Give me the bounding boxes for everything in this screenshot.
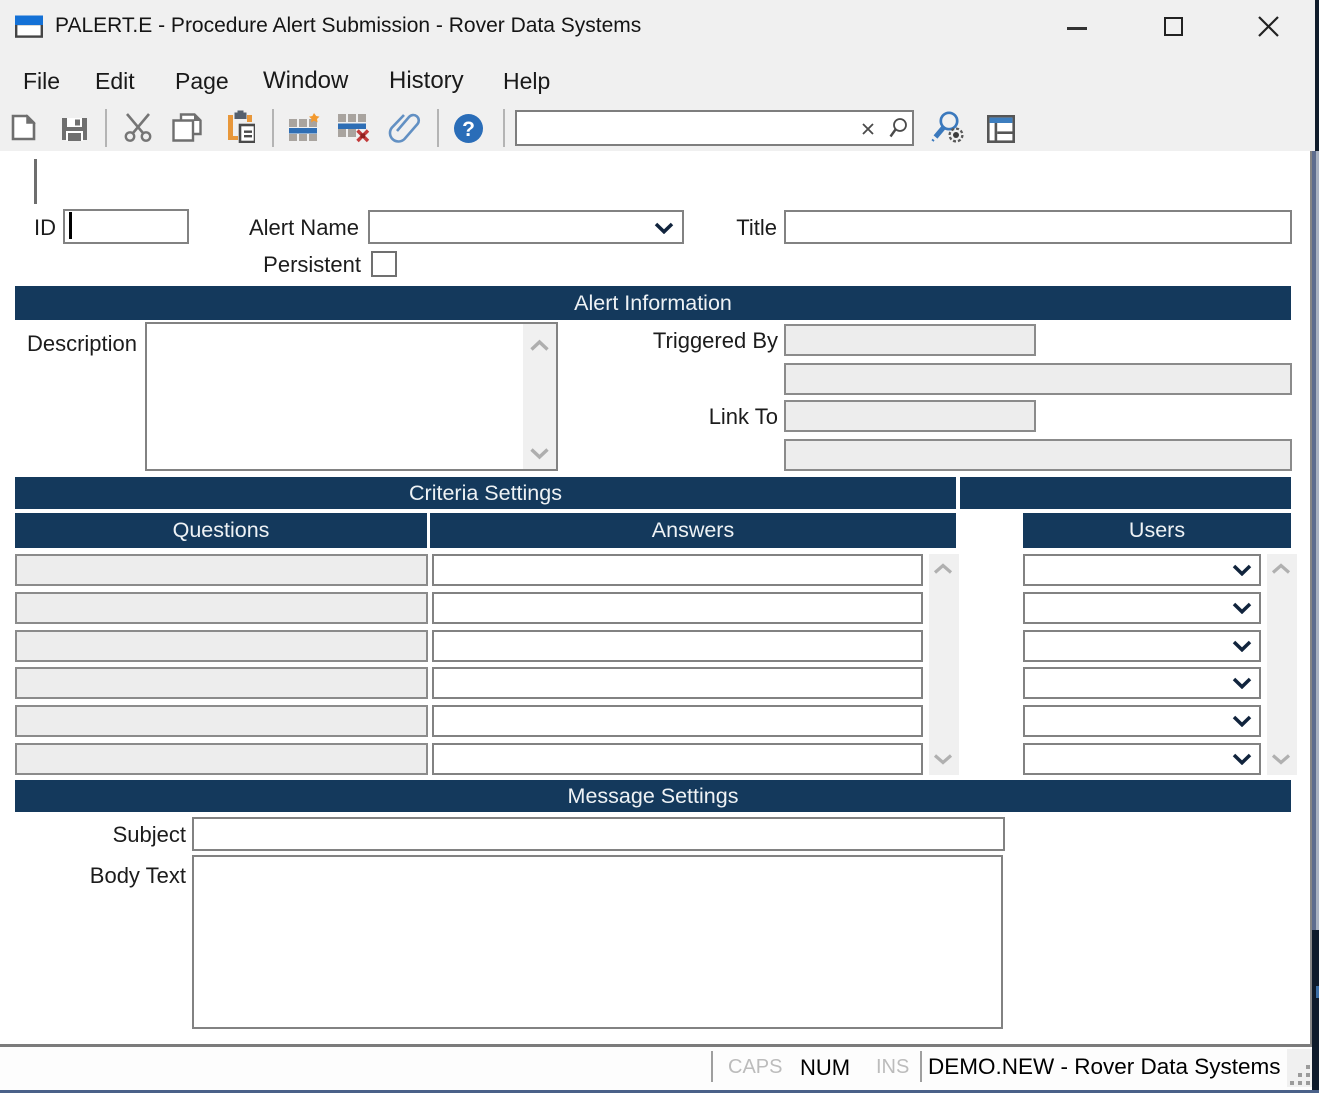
svg-text:?: ? [462, 118, 475, 141]
